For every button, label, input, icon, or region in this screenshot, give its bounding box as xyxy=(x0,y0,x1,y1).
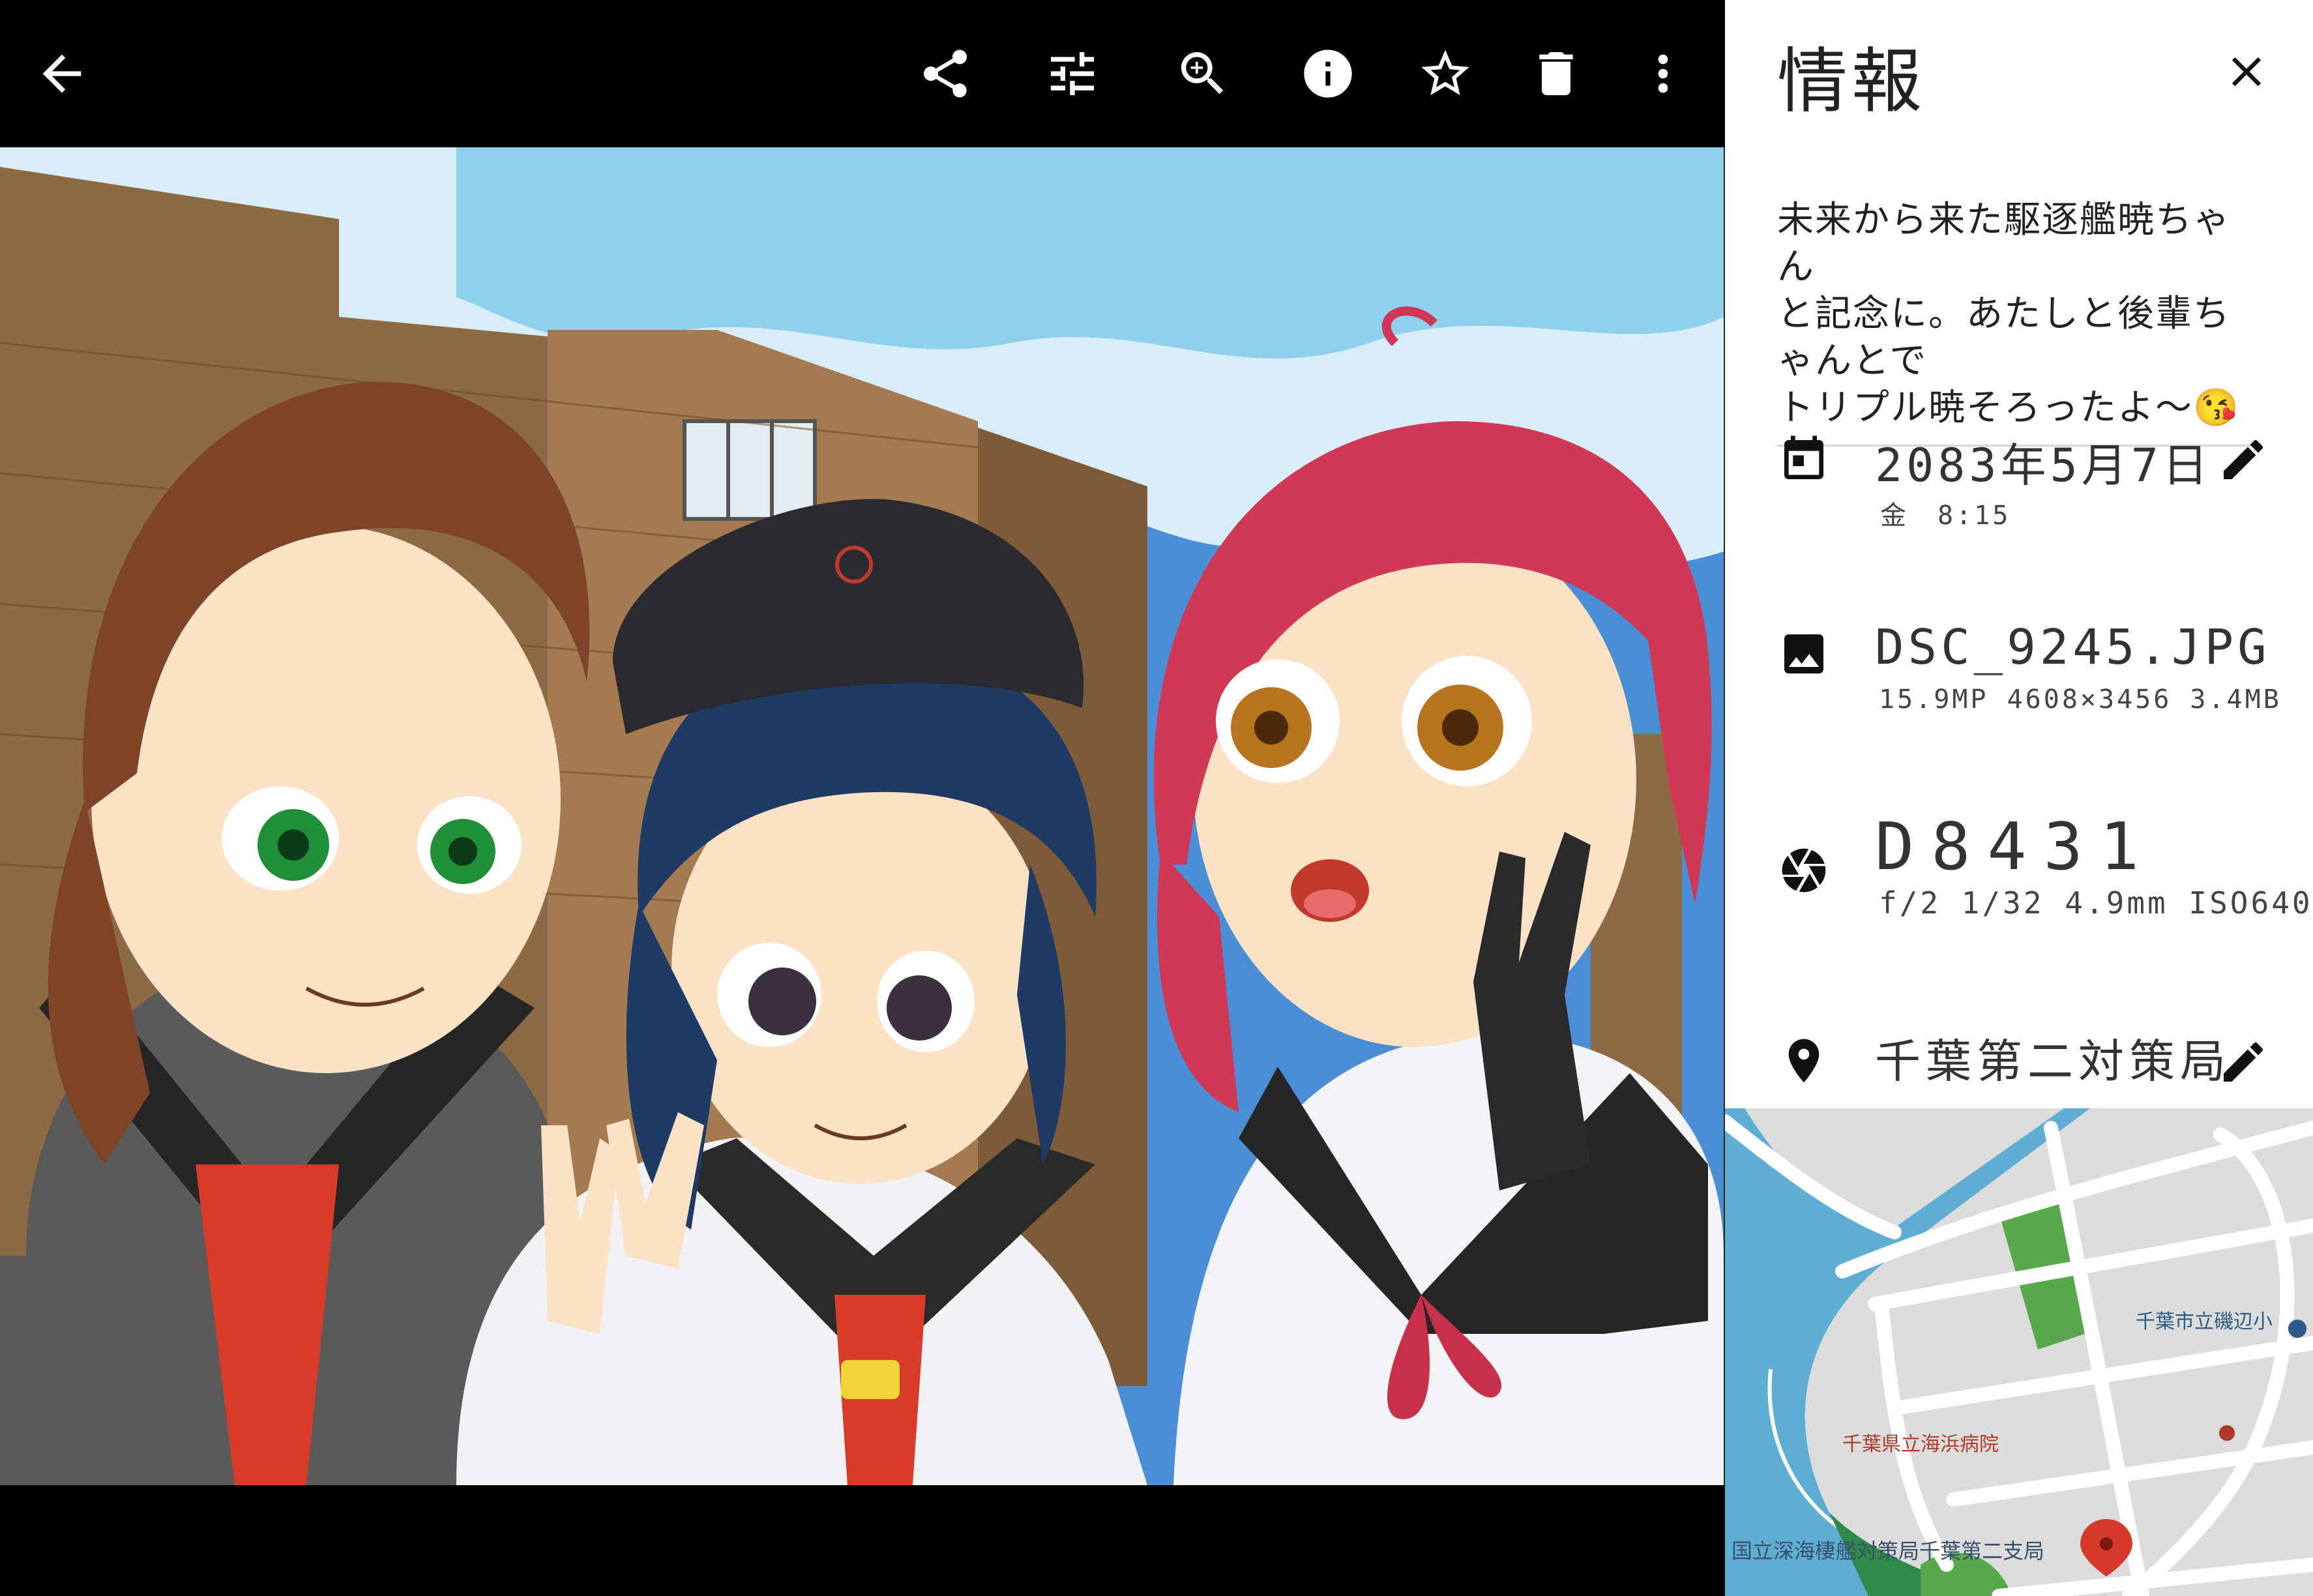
aperture-icon xyxy=(1775,841,1833,900)
panel-title: 情報 xyxy=(1777,41,1926,123)
info-button[interactable] xyxy=(1286,31,1370,116)
share-button[interactable] xyxy=(903,31,988,116)
more-icon xyxy=(1658,54,1668,93)
camera-row: D8431 f/2 1/32 4.9mm ISO640 xyxy=(1725,808,2313,939)
photo-description[interactable]: 未来から来た駆逐艦暁ちゃん と記念に。あたしと後輩ちゃんとで トリプル暁そろった… xyxy=(1777,197,2261,447)
location-map[interactable]: 千葉市立磯辺小 千葉県立海浜病院 国立深海棲艦対策局千葉第二支局 xyxy=(1725,1108,2313,1596)
delete-icon xyxy=(1539,52,1573,95)
calendar-icon xyxy=(1775,430,1833,489)
date-row: 2083年5月7日 金 8:15 xyxy=(1725,417,2313,548)
star-icon xyxy=(1421,50,1469,95)
date-text: 2083年5月7日 xyxy=(1875,439,2212,492)
zoom-icon xyxy=(1181,52,1224,95)
map-graphic xyxy=(1725,1108,2313,1596)
pencil-icon xyxy=(2224,1042,2263,1082)
viewer-bottom-bar xyxy=(0,1486,1725,1596)
location-name: 千葉第二対策局 xyxy=(1875,1035,2231,1088)
info-icon xyxy=(1304,50,1352,98)
file-row: DSC_9245.JPG 15.9MP 4608×3456 3.4MB xyxy=(1725,613,2313,743)
anime-illustration xyxy=(0,147,1724,1485)
file-details: 15.9MP 4608×3456 3.4MB xyxy=(1879,685,2282,715)
info-panel: 情報 未来から来た駆逐艦暁ちゃん と記念に。あたしと後輩ちゃんとで トリプル暁そ… xyxy=(1725,0,2313,1596)
location-pin-icon xyxy=(1775,1031,1833,1090)
adjust-icon xyxy=(1051,52,1094,95)
edit-date-button[interactable] xyxy=(2207,424,2279,495)
map-label-school: 千葉市立磯辺小 xyxy=(2136,1310,2273,1333)
location-row: 千葉第二対策局 xyxy=(1725,1017,2313,1108)
delete-button[interactable] xyxy=(1514,31,1598,116)
back-arrow-icon xyxy=(42,54,81,93)
map-label-hospital: 千葉県立海浜病院 xyxy=(1842,1433,1999,1456)
close-button[interactable] xyxy=(2207,33,2286,111)
favorite-button[interactable] xyxy=(1403,31,1488,116)
more-button[interactable] xyxy=(1621,31,1705,116)
image-icon xyxy=(1775,625,1833,683)
time-text: 金 8:15 xyxy=(1880,501,2011,531)
share-icon xyxy=(924,50,967,98)
close-icon xyxy=(2232,57,2261,87)
edit-location-button[interactable] xyxy=(2207,1026,2279,1098)
main-photo[interactable] xyxy=(0,147,1726,1485)
pencil-icon xyxy=(2224,439,2263,479)
camera-details: f/2 1/32 4.9mm ISO640 xyxy=(1879,885,2313,921)
zoom-button[interactable] xyxy=(1160,31,1245,116)
photo-viewer xyxy=(0,0,1726,1596)
map-label-office: 国立深海棲艦対策局千葉第二支局 xyxy=(1731,1539,2045,1563)
back-button[interactable] xyxy=(20,31,104,116)
camera-model: D8431 xyxy=(1875,808,2157,885)
viewer-toolbar xyxy=(0,0,1725,147)
adjust-button[interactable] xyxy=(1030,31,1115,116)
file-name: DSC_9245.JPG xyxy=(1875,619,2271,675)
